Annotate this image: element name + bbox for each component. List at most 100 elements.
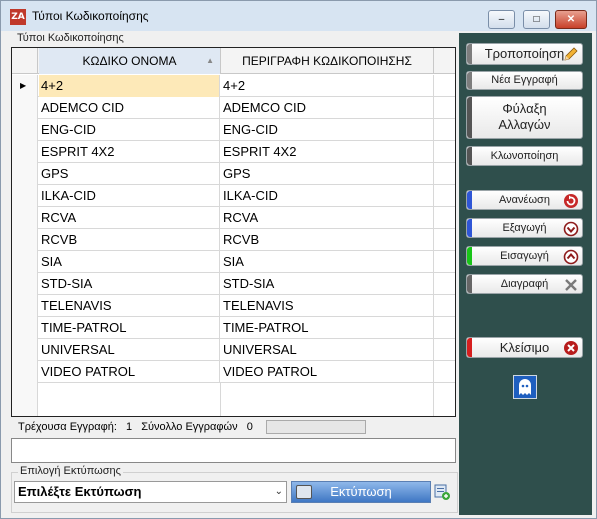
row-selector[interactable] (12, 163, 38, 185)
clone-button-label: Κλωνοποίηση (490, 150, 559, 162)
cell-code-name[interactable]: TELENAVIS (39, 295, 220, 317)
button-accent (467, 338, 472, 357)
save-changes-button-label: Φύλαξη Αλλαγών (498, 101, 551, 132)
cell-description[interactable]: ADEMCO CID (221, 97, 434, 119)
data-grid[interactable]: ΚΩΔΙΚΟ ΟΝΟΜΑ ▲ ΠΕΡΙΓΡΑΦΗ ΚΩΔΙΚΟΠΟΙΗΣΗΣ ▶… (11, 47, 456, 417)
cell-code-name[interactable]: RCVA (39, 207, 220, 229)
cell-description[interactable]: ILKA-CID (221, 185, 434, 207)
import-icon (563, 249, 579, 265)
row-selector[interactable] (12, 97, 38, 119)
cell-description[interactable]: ESPRIT 4X2 (221, 141, 434, 163)
table-row[interactable]: TELENAVIS TELENAVIS (12, 295, 455, 317)
sidebar: Τροποποίηση Νέα Εγγραφή Φύλαξη Αλλαγών Κ… (459, 33, 592, 515)
current-record-value: 1 (126, 421, 133, 433)
cell-description[interactable]: TELENAVIS (221, 295, 434, 317)
cell-description[interactable]: ENG-CID (221, 119, 434, 141)
table-row[interactable]: UNIVERSAL UNIVERSAL (12, 339, 455, 361)
row-selector[interactable] (12, 141, 38, 163)
cell-code-name[interactable]: ENG-CID (39, 119, 220, 141)
cell-description[interactable]: STD-SIA (221, 273, 434, 295)
table-row[interactable]: RCVB RCVB (12, 229, 455, 251)
cell-code-name[interactable]: SIA (39, 251, 220, 273)
column-header-description[interactable]: ΠΕΡΙΓΡΑΦΗ ΚΩΔΙΚΟΠΟΙΗΣΗΣ (221, 48, 434, 74)
refresh-button[interactable]: Ανανέωση (466, 190, 583, 210)
table-row[interactable]: STD-SIA STD-SIA (12, 273, 455, 295)
row-selector[interactable] (12, 229, 38, 251)
cell-description[interactable]: RCVA (221, 207, 434, 229)
column-header-code-name[interactable]: ΚΩΔΙΚΟ ΟΝΟΜΑ ▲ (39, 48, 221, 74)
row-selector[interactable] (12, 317, 38, 339)
new-record-button-label: Νέα Εγγραφή (491, 74, 558, 86)
close-icon (564, 341, 578, 355)
app-icon: ZA (10, 9, 26, 25)
print-button[interactable]: Εκτύπωση (291, 481, 431, 503)
table-row[interactable]: ENG-CID ENG-CID (12, 119, 455, 141)
row-selector[interactable] (12, 295, 38, 317)
cell-description[interactable]: GPS (221, 163, 434, 185)
cell-description[interactable]: TIME-PATROL (221, 317, 434, 339)
sort-ascending-icon: ▲ (206, 56, 214, 65)
title-bar[interactable]: ZA Τύποι Κωδικοποίησης – □ ✕ (1, 1, 596, 31)
cell-code-name[interactable]: VIDEO PATROL (39, 361, 220, 383)
edit-button-label: Τροποποίηση (484, 46, 565, 61)
table-row[interactable]: ADEMCO CID ADEMCO CID (12, 97, 455, 119)
notes-field[interactable] (11, 438, 456, 463)
cell-code-name (39, 383, 221, 416)
row-selector (12, 383, 38, 416)
cell-code-name[interactable]: 4+2 (39, 75, 220, 97)
button-accent (467, 219, 472, 237)
table-row[interactable]: TIME-PATROL TIME-PATROL (12, 317, 455, 339)
table-row[interactable]: ESPRIT 4X2 ESPRIT 4X2 (12, 141, 455, 163)
cell-code-name[interactable]: GPS (39, 163, 220, 185)
print-select[interactable]: Επιλέξτε Εκτύπωση ⌄ (14, 481, 287, 503)
button-accent (467, 72, 472, 89)
close-button-label: Κλείσιμο (499, 340, 550, 355)
table-row[interactable]: ILKA-CID ILKA-CID (12, 185, 455, 207)
clone-button[interactable]: Κλωνοποίηση (466, 146, 583, 166)
save-changes-button[interactable]: Φύλαξη Αλλαγών (466, 96, 583, 139)
row-selector[interactable] (12, 207, 38, 229)
cell-description[interactable]: 4+2 (221, 75, 434, 97)
button-accent (467, 44, 472, 64)
cell-code-name[interactable]: ADEMCO CID (39, 97, 220, 119)
row-selector[interactable]: ▶ (12, 75, 38, 97)
record-status: Τρέχουσα Εγγραφή: 1 Σύνολλο Εγγραφών 0 (18, 421, 259, 433)
row-selector[interactable] (12, 185, 38, 207)
delete-icon (565, 279, 577, 291)
delete-button[interactable]: Διαγραφή (466, 274, 583, 294)
button-accent (467, 275, 472, 293)
cell-description[interactable]: SIA (221, 251, 434, 273)
cell-code-name[interactable]: ESPRIT 4X2 (39, 141, 220, 163)
edit-button[interactable]: Τροποποίηση (466, 43, 583, 65)
close-button[interactable]: Κλείσιμο (466, 337, 583, 358)
maximize-button[interactable]: □ (523, 10, 550, 29)
import-button[interactable]: Εισαγωγή (466, 246, 583, 266)
table-row[interactable]: ▶ 4+2 4+2 (12, 75, 455, 97)
cell-description[interactable]: RCVB (221, 229, 434, 251)
row-selector[interactable] (12, 119, 38, 141)
row-selector[interactable] (12, 339, 38, 361)
row-selector[interactable] (12, 273, 38, 295)
minimize-button[interactable]: – (488, 10, 515, 29)
new-record-button[interactable]: Νέα Εγγραφή (466, 71, 583, 90)
table-row[interactable]: RCVA RCVA (12, 207, 455, 229)
print-settings-icon[interactable] (434, 483, 450, 501)
cell-code-name[interactable]: STD-SIA (39, 273, 220, 295)
row-selector[interactable] (12, 251, 38, 273)
row-selector[interactable] (12, 361, 38, 383)
table-row[interactable]: GPS GPS (12, 163, 455, 185)
refresh-button-label: Ανανέωση (499, 194, 550, 206)
ghost-icon[interactable] (513, 375, 537, 399)
cell-code-name[interactable]: RCVB (39, 229, 220, 251)
cell-code-name[interactable]: UNIVERSAL (39, 339, 220, 361)
cell-description[interactable]: VIDEO PATROL (221, 361, 434, 383)
close-window-button[interactable]: ✕ (555, 10, 587, 29)
table-row[interactable]: SIA SIA (12, 251, 455, 273)
chevron-down-icon[interactable]: ⌄ (275, 482, 283, 502)
table-row[interactable]: VIDEO PATROL VIDEO PATROL (12, 361, 455, 383)
cell-code-name[interactable]: TIME-PATROL (39, 317, 220, 339)
progress-bar (266, 420, 366, 434)
export-button[interactable]: Εξαγωγή (466, 218, 583, 238)
cell-description[interactable]: UNIVERSAL (221, 339, 434, 361)
cell-code-name[interactable]: ILKA-CID (39, 185, 220, 207)
